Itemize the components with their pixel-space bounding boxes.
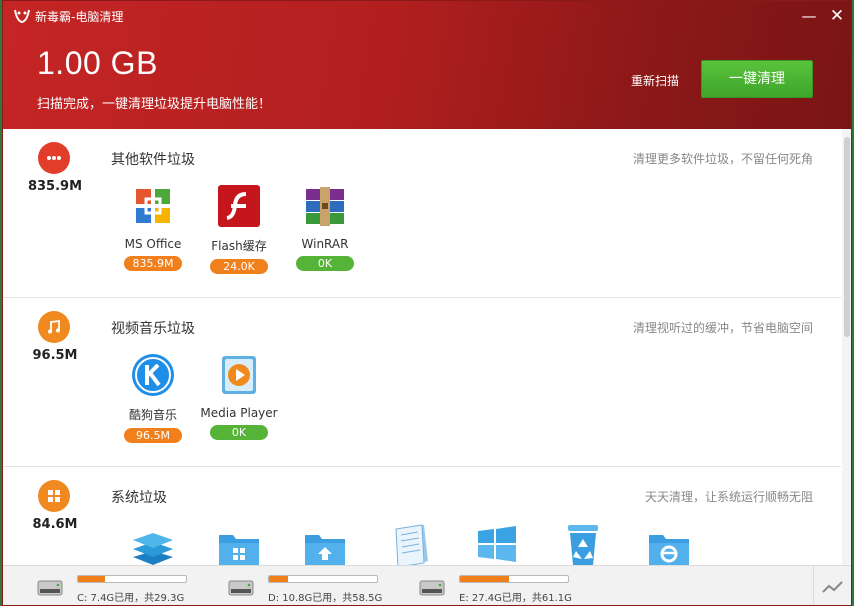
notepad-icon	[388, 521, 434, 565]
item-size-badge: 0K	[296, 256, 354, 271]
drive-usage-fill	[269, 576, 289, 582]
disk-status-bar: C: 7.4G已用，共29.3G D: 10.8G已用，共58.5G E: 27…	[3, 565, 851, 605]
hard-drive-icon	[37, 580, 63, 596]
category-title: 其他软件垃圾	[111, 152, 195, 168]
winrar-icon	[302, 183, 348, 229]
hard-drive-icon	[228, 580, 254, 596]
drive-usage-fill	[460, 576, 509, 582]
drive-usage-bar	[77, 575, 187, 583]
more-dots-icon	[38, 142, 70, 174]
upload-folder-icon	[302, 521, 348, 565]
item-size-badge: 835.9M	[124, 256, 182, 271]
layers-icon	[130, 521, 176, 565]
scan-status-message: 扫描完成，一键清理垃圾提升电脑性能！	[37, 97, 272, 112]
item-name: MS Office	[124, 237, 182, 251]
item-system-junk-6[interactable]	[543, 521, 623, 565]
item-media-player[interactable]: Media Player 0K	[199, 352, 279, 440]
category-title: 视频音乐垃圾	[111, 321, 195, 337]
vertical-scrollbar[interactable]	[842, 129, 851, 565]
windows-tiles-icon	[474, 521, 520, 565]
category-size: 835.9M	[27, 179, 83, 194]
recycle-bin-icon	[560, 521, 606, 565]
item-name: WinRAR	[301, 237, 349, 251]
category-other-software: 835.9M 其他软件垃圾 清理更多软件垃圾，不留任何死角 MS Office …	[3, 129, 841, 298]
item-winrar[interactable]: WinRAR 0K	[285, 183, 365, 271]
category-description: 清理更多软件垃圾，不留任何死角	[632, 152, 813, 166]
flash-icon	[216, 183, 262, 229]
category-size: 96.5M	[32, 348, 78, 363]
item-size-badge: 96.5M	[124, 428, 182, 443]
trend-chart-icon[interactable]	[821, 578, 845, 596]
item-ms-office[interactable]: MS Office 835.9M	[113, 183, 193, 271]
ms-office-icon	[130, 183, 176, 229]
item-system-junk-1[interactable]	[113, 521, 193, 565]
drive-usage-text: D: 10.8G已用，共58.5G	[268, 593, 383, 604]
item-name: Flash缓存	[211, 239, 267, 253]
category-description: 清理视听过的缓冲，节省电脑空间	[632, 321, 813, 335]
drive-usage-bar	[459, 575, 569, 583]
item-flash-cache[interactable]: Flash缓存 24.0K	[199, 183, 279, 274]
category-description: 天天清理，让系统运行顺畅无阻	[644, 490, 813, 504]
drive-e: E: 27.4G已用，共61.1G	[419, 572, 589, 604]
item-size-badge: 24.0K	[210, 259, 268, 274]
drive-usage-text: E: 27.4G已用，共61.1G	[459, 593, 572, 604]
category-system: 84.6M 系统垃圾 天天清理，让系统运行顺畅无阻	[3, 467, 841, 565]
media-player-icon	[216, 352, 262, 398]
item-name: Media Player	[200, 406, 278, 420]
drive-usage-bar	[268, 575, 378, 583]
drive-c: C: 7.4G已用，共29.3G	[37, 572, 207, 604]
minimize-button[interactable]: —	[797, 5, 821, 27]
scrollbar-thumb[interactable]	[844, 137, 850, 337]
item-system-junk-7[interactable]	[629, 521, 709, 565]
header-banner: 新毒霸-电脑清理 — ✕ 1.00 GB 扫描完成，一键清理垃圾提升电脑性能！ …	[3, 1, 851, 129]
drive-usage-fill	[78, 576, 105, 582]
drive-d: D: 10.8G已用，共58.5G	[228, 572, 398, 604]
item-system-junk-2[interactable]	[199, 521, 279, 565]
close-button[interactable]: ✕	[825, 5, 849, 27]
category-video-music: 96.5M 视频音乐垃圾 清理视听过的缓冲，节省电脑空间 酷狗音乐 96.5M	[3, 298, 841, 467]
status-separator	[813, 566, 814, 605]
music-note-icon	[38, 311, 70, 343]
item-name: 酷狗音乐	[128, 408, 177, 422]
kugou-icon	[130, 352, 176, 398]
windows-folder-icon	[216, 521, 262, 565]
item-system-junk-3[interactable]	[285, 521, 365, 565]
duba-logo-icon	[14, 9, 30, 24]
item-system-junk-4[interactable]	[371, 521, 451, 565]
category-size: 84.6M	[32, 517, 78, 532]
window-title: 新毒霸-电脑清理	[35, 10, 124, 24]
windows-logo-icon	[38, 480, 70, 512]
total-junk-size: 1.00 GB	[37, 45, 158, 81]
one-click-clean-button[interactable]: 一键清理	[701, 60, 813, 98]
rescan-link[interactable]: 重新扫描	[631, 72, 679, 89]
item-system-junk-5[interactable]	[457, 521, 537, 565]
title-bar: 新毒霸-电脑清理 — ✕	[3, 1, 851, 31]
item-size-badge: 0K	[210, 425, 268, 440]
category-title: 系统垃圾	[111, 490, 167, 506]
item-kugou-music[interactable]: 酷狗音乐 96.5M	[113, 352, 193, 443]
ie-folder-icon	[646, 521, 692, 565]
junk-category-list: 835.9M 其他软件垃圾 清理更多软件垃圾，不留任何死角 MS Office …	[3, 129, 851, 565]
cleaner-window: 新毒霸-电脑清理 — ✕ 1.00 GB 扫描完成，一键清理垃圾提升电脑性能！ …	[2, 0, 852, 606]
hard-drive-icon	[419, 580, 445, 596]
drive-usage-text: C: 7.4G已用，共29.3G	[77, 593, 185, 604]
